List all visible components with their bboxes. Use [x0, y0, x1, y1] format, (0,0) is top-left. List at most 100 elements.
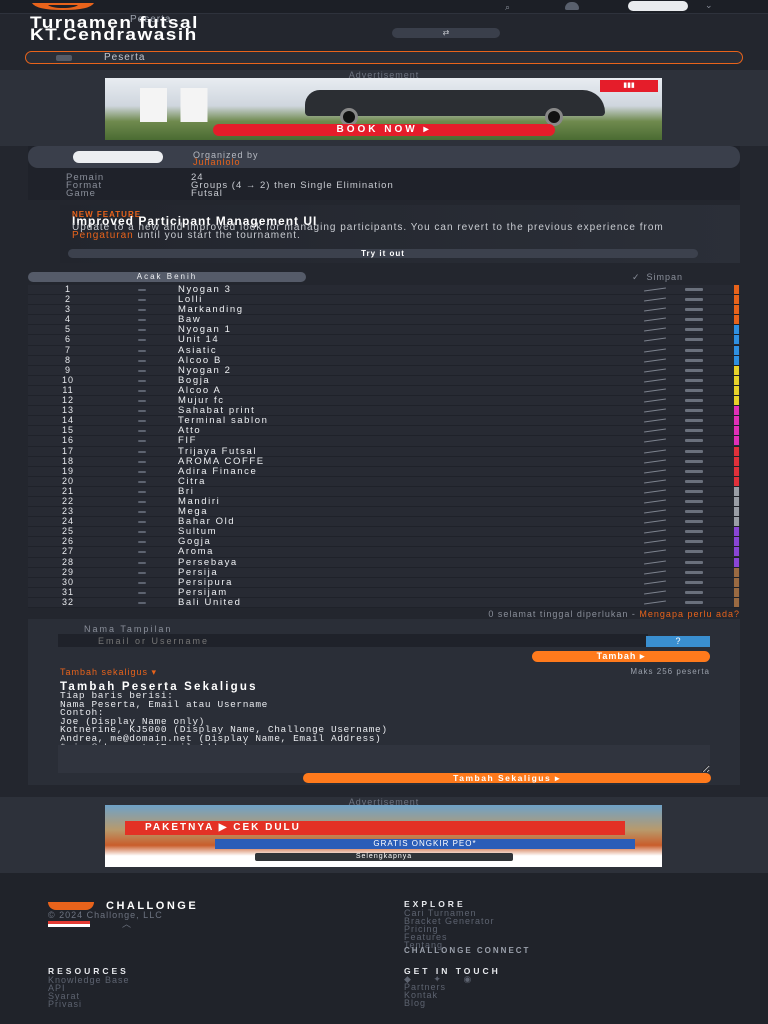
delete-icon[interactable]: [685, 570, 703, 574]
participant-row[interactable]: 25 Sultum: [28, 526, 740, 538]
edit-icon[interactable]: [644, 509, 666, 514]
delete-icon[interactable]: [685, 520, 703, 524]
edit-icon[interactable]: [644, 317, 666, 322]
participant-row[interactable]: 7 Asiatic: [28, 345, 740, 356]
participant-row[interactable]: 30 Persipura: [28, 577, 740, 588]
participant-row[interactable]: 3 Markanding: [28, 304, 740, 316]
drag-handle-icon[interactable]: [138, 500, 146, 503]
edit-icon[interactable]: [644, 560, 666, 565]
drag-handle-icon[interactable]: [138, 450, 146, 453]
organizer-logo[interactable]: [73, 151, 163, 163]
chevron-down-icon[interactable]: ⌄: [705, 0, 713, 11]
organizer-name-link[interactable]: Julianlolo: [193, 157, 241, 167]
advertisement-shop[interactable]: PAKETNYA ▶ CEK DULU GRATIS ONGKIR PEO* S…: [105, 805, 662, 867]
subnav-peserta[interactable]: Peserta: [25, 51, 743, 64]
participant-row[interactable]: 21 Bri: [28, 486, 740, 497]
drag-handle-icon[interactable]: [138, 410, 146, 413]
ad-book-now-button[interactable]: BOOK NOW ▸: [213, 124, 555, 136]
delete-icon[interactable]: [685, 580, 703, 584]
add-button[interactable]: Tambah ▸: [532, 651, 710, 662]
participant-row[interactable]: 5 Nyogan 1: [28, 324, 740, 336]
edit-icon[interactable]: [644, 287, 666, 292]
drag-handle-icon[interactable]: [138, 511, 146, 514]
drag-handle-icon[interactable]: [138, 420, 146, 423]
shuffle-seeds-button[interactable]: Acak Benih: [28, 272, 306, 282]
edit-icon[interactable]: [644, 529, 666, 534]
delete-icon[interactable]: [685, 469, 703, 473]
edit-icon[interactable]: [644, 448, 666, 454]
drag-handle-icon[interactable]: [138, 369, 146, 372]
edit-icon[interactable]: [644, 418, 666, 423]
participant-row[interactable]: 16 FIF: [28, 435, 740, 447]
challonge-connect-badge[interactable]: CHALLONGE CONNECT: [404, 947, 662, 955]
save-button[interactable]: ✓ Simpan: [632, 272, 683, 283]
email-input[interactable]: [58, 634, 648, 647]
delete-icon[interactable]: [685, 368, 703, 372]
delete-icon[interactable]: [685, 560, 703, 564]
delete-icon[interactable]: [685, 378, 703, 382]
drag-handle-icon[interactable]: [138, 591, 146, 594]
delete-icon[interactable]: [685, 298, 703, 302]
participant-row[interactable]: 31 Persijam: [28, 587, 740, 598]
edit-icon[interactable]: [644, 499, 666, 504]
participant-row[interactable]: 26 Gogja: [28, 536, 740, 548]
participant-row[interactable]: 29 Persija: [28, 567, 740, 578]
bulk-add-toggle[interactable]: Tambah sekaligus ▾: [60, 667, 157, 678]
drag-handle-icon[interactable]: [138, 490, 146, 493]
drag-handle-icon[interactable]: [138, 581, 146, 584]
language-flag-icon[interactable]: [48, 921, 90, 927]
participant-row[interactable]: 23 Mega: [28, 506, 740, 518]
drag-handle-icon[interactable]: [138, 339, 146, 342]
participant-row[interactable]: 8 Alcoo B: [28, 355, 740, 366]
bulk-add-button[interactable]: Tambah Sekaligus ▸: [303, 773, 711, 783]
edit-icon[interactable]: [644, 519, 666, 524]
drag-handle-icon[interactable]: [138, 531, 146, 534]
edit-icon[interactable]: [644, 398, 666, 403]
delete-icon[interactable]: [685, 449, 703, 453]
challonge-logo[interactable]: [30, 2, 96, 11]
edit-icon[interactable]: [644, 580, 666, 585]
drag-handle-icon[interactable]: [138, 601, 146, 604]
search-icon[interactable]: ⌕: [505, 2, 510, 13]
delete-icon[interactable]: [685, 328, 703, 332]
delete-icon[interactable]: [685, 550, 703, 554]
edit-icon[interactable]: [644, 348, 666, 353]
settings-link[interactable]: Pengaturan: [72, 230, 134, 241]
edit-icon[interactable]: [644, 469, 666, 474]
edit-icon[interactable]: [644, 408, 666, 413]
delete-icon[interactable]: [685, 338, 703, 342]
drag-handle-icon[interactable]: [138, 389, 146, 392]
participant-row[interactable]: 4 Baw: [28, 314, 740, 326]
edit-icon[interactable]: [644, 428, 666, 433]
participant-row[interactable]: 6 Unit 14: [28, 334, 740, 346]
drag-handle-icon[interactable]: [138, 329, 146, 332]
delete-icon[interactable]: [685, 318, 703, 322]
delete-icon[interactable]: [685, 540, 703, 544]
footer-link[interactable]: Privasi: [48, 1000, 130, 1009]
try-it-out-button[interactable]: Try it out: [68, 249, 698, 258]
delete-icon[interactable]: [685, 510, 703, 514]
ad2-more-button[interactable]: Selengkapnya: [255, 853, 513, 861]
participant-row[interactable]: 19 Adira Finance: [28, 466, 740, 477]
delete-icon[interactable]: [685, 348, 703, 352]
edit-icon[interactable]: [644, 327, 666, 332]
drag-handle-icon[interactable]: [138, 319, 146, 322]
edit-icon[interactable]: [644, 358, 666, 363]
participant-row[interactable]: 15 Atto: [28, 425, 740, 437]
participant-row[interactable]: 13 Sahabat print: [28, 405, 740, 417]
participant-row[interactable]: 32 Bali United: [28, 597, 740, 608]
participant-row[interactable]: 14 Terminal sablon: [28, 415, 740, 427]
edit-icon[interactable]: [644, 388, 666, 393]
delete-icon[interactable]: [685, 590, 703, 594]
delete-icon[interactable]: [685, 499, 703, 503]
drag-handle-icon[interactable]: [138, 561, 146, 564]
edit-icon[interactable]: [644, 459, 666, 464]
edit-icon[interactable]: [644, 570, 666, 575]
drag-handle-icon[interactable]: [138, 470, 146, 473]
participant-row[interactable]: 1 Nyogan 3: [28, 284, 740, 296]
participant-row[interactable]: 10 Bogja: [28, 375, 740, 386]
participant-row[interactable]: 22 Mandiri: [28, 496, 740, 508]
edit-icon[interactable]: [644, 549, 666, 554]
participant-row[interactable]: 9 Nyogan 2: [28, 365, 740, 376]
participant-row[interactable]: 18 AROMA COFFE: [28, 456, 740, 467]
